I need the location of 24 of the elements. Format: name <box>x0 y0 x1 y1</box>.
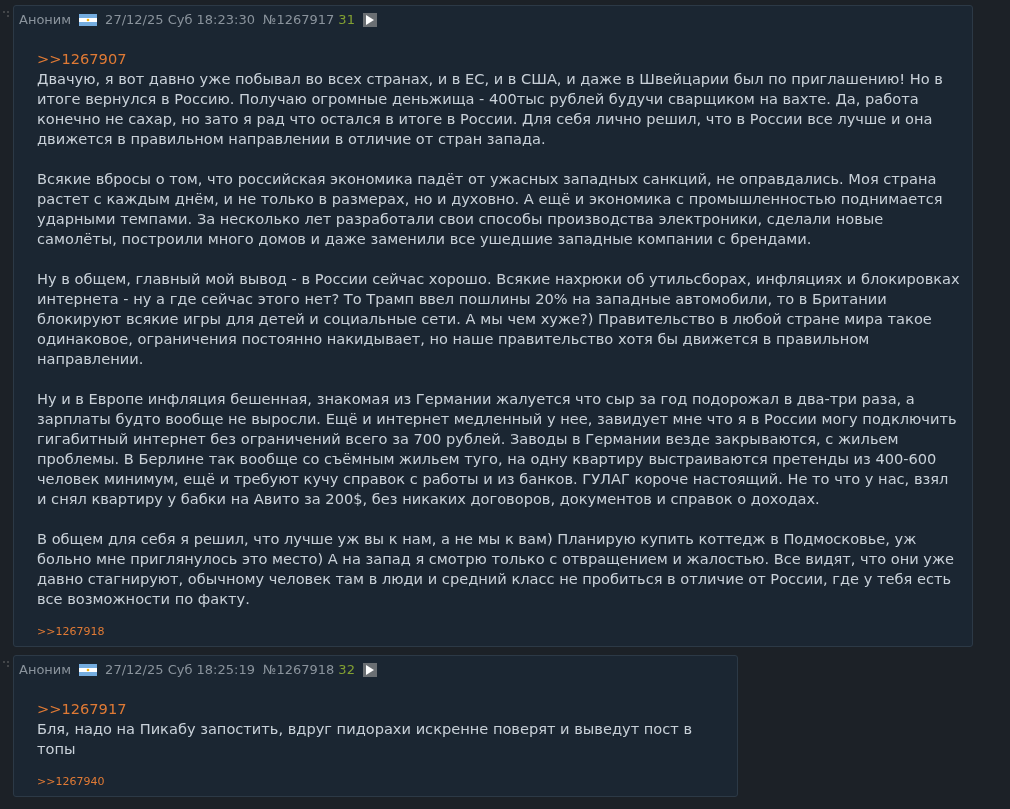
play-button[interactable] <box>362 662 377 677</box>
flag-icon <box>79 13 98 26</box>
post-text: В общем для себя я решил, что лучше уж вы к нам, а не мы к вам) Планирую купить коттедж в Подмосковье, уж больно мне приглянулось это место) А на запад я смотрю только с отвращением и жалостью. Все видят, что они уже давно стагнируют, обычному человек там в люди и средний класс не пробиться в отличие от России, где у тебя есть все возможности по факту. <box>37 529 956 609</box>
reply-link[interactable]: >>1267918 <box>37 625 105 638</box>
post-date: 27/12/25 Суб 18:23:30 <box>105 12 255 27</box>
post-text: Ну в общем, главный мой вывод - в России сейчас хорошо. Всякие нахрюки об утильсборах, инфляциях и блокировках интернета - ну а где сейчас этого нет? То Трамп ввел пошлины 20% на западные автомобили, то в Британии блокируют всякие игры для детей и социальные сети. А мы чем хуже?) Правительство в любой стране мира такое одинаковое, ограничения постоянно накидывает, но наше правительство хотя бы движется в правильном направлении. <box>37 269 961 369</box>
post-date: 27/12/25 Суб 18:25:19 <box>105 662 255 677</box>
post-text: Бля, надо на Пикабу запостить, вдруг пидорахи искренне поверят и выведут пост в топы <box>37 719 694 759</box>
post-text: Двачую, я вот давно уже побывал во всех странах, и в ЕС, и в США, и даже в Швейцарии был по приглашению! Но в итоге вернулся в Россию. Получаю огромные деньжища - 400тыс рублей будучи сварщиком на вахте. Да, работа конечно не сахар, но зато я рад что остался в итоге в России. Для себя лично решил, что в России все лучше и она движется в правильном направлении в отличие от стран запада. <box>37 69 944 149</box>
drag-handle-icon[interactable] <box>3 661 9 667</box>
play-button[interactable] <box>362 12 377 27</box>
post-number[interactable]: №1267917 <box>262 12 335 27</box>
post-number[interactable]: №1267918 <box>262 662 335 677</box>
quote-link[interactable]: >>1267917 <box>37 699 127 719</box>
quote-link[interactable]: >>1267907 <box>37 49 127 69</box>
author-name: Аноним <box>19 12 72 27</box>
reply-count: 31 <box>338 12 355 27</box>
reply-link[interactable]: >>1267940 <box>37 775 105 788</box>
post-text: Ну и в Европе инфляция бешенная, знакомая из Германии жалуется что сыр за год подорожал в два-три раза, а зарплаты будто вообще не выросли. Ещё и интернет медленный у нее, завидует мне что я в России могу подключить гигабитный интернет без ограничений всего за 700 рублей. Заводы в Германии везде закрываются, с жильем проблемы. В Берлине так вообще со съёмным жильем туго, на одну квартиру выстраиваются претенды из 400-600 человек минимум, ещё и требуют кучу справок с работы и из банков. ГУЛАГ короче настоящий. Не то что у нас, взял и снял квартиру у бабки на Авито за 200$, без никаких договоров, документов и справок о доходах. <box>37 389 958 509</box>
flag-icon <box>79 663 98 676</box>
post-text: Всякие вбросы о том, что российская экономика падёт от ужасных западных санкций, не оправдались. Моя страна растет с каждым днём, и не только в размерах, но и духовно. А ещё и экономика с промышленностью поднимается ударными темпами. За несколько лет разработали свои способы производства электроники, сделали новые самолёты, построили много домов и даже заменили все ушедшие западные компании с брендами. <box>37 169 944 249</box>
author-name: Аноним <box>19 662 72 677</box>
drag-handle-icon[interactable] <box>3 11 9 17</box>
reply-count: 32 <box>338 662 355 677</box>
